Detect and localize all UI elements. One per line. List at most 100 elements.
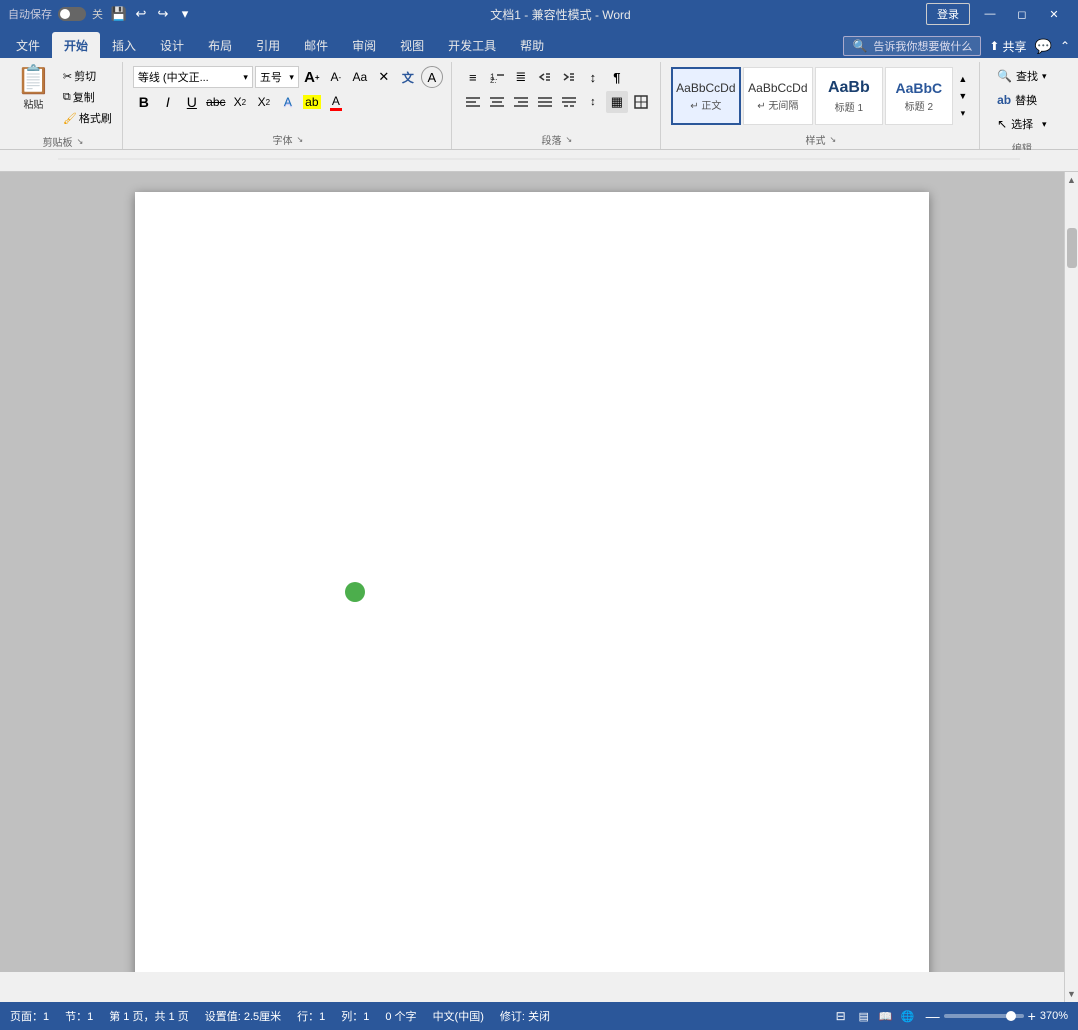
bullets-button[interactable]: ≡ (462, 66, 484, 88)
grow-font-button[interactable]: A+ (301, 66, 323, 88)
tab-references[interactable]: 引用 (244, 32, 292, 58)
sort-button[interactable]: ↕ (582, 66, 604, 88)
tab-help[interactable]: 帮助 (508, 32, 556, 58)
font-size-value: 五号 (260, 69, 282, 85)
clear-format-button[interactable]: ✕ (373, 66, 395, 88)
collapse-ribbon-button[interactable]: ⌃ (1060, 39, 1070, 53)
justify-button[interactable] (534, 91, 556, 113)
tab-developer[interactable]: 开发工具 (436, 32, 508, 58)
borders-button[interactable] (630, 91, 652, 113)
customize-icon[interactable]: ▾ (175, 4, 195, 24)
tab-design[interactable]: 设计 (148, 32, 196, 58)
tab-home[interactable]: 开始 (52, 32, 100, 58)
redo-icon[interactable]: ↪ (153, 4, 173, 24)
save-icon[interactable]: 💾 (109, 4, 129, 24)
zoom-in-button[interactable]: + (1028, 1008, 1036, 1024)
style-heading2[interactable]: AaBbC 标题 2 (885, 67, 953, 125)
scroll-track[interactable] (1065, 188, 1078, 986)
tab-insert[interactable]: 插入 (100, 32, 148, 58)
tab-file[interactable]: 文件 (4, 32, 52, 58)
cut-button[interactable]: ✂ 剪切 (59, 66, 116, 86)
scroll-up-button[interactable]: ▲ (1065, 172, 1078, 188)
macro-icon[interactable]: ⊟ (836, 1009, 846, 1023)
style-scroll-down[interactable]: ▼ (955, 88, 971, 104)
format-painter-button[interactable]: 🖌 格式刷 (59, 108, 116, 128)
align-center-button[interactable] (486, 91, 508, 113)
subscript-button[interactable]: X2 (229, 91, 251, 113)
doc-area[interactable] (0, 172, 1064, 972)
autosave-toggle[interactable] (58, 7, 86, 21)
view-buttons: ▤ 📖 🌐 (854, 1007, 918, 1025)
format-painter-icon: 🖌 (63, 112, 77, 125)
status-bar: 页面：1 节：1 第 1 页，共 1 页 设置值: 2.5厘米 行：1 列：1 … (0, 1002, 1078, 1030)
styles-expand-icon[interactable]: ↘ (829, 135, 836, 144)
style-no-space[interactable]: AaBbCcDd ↵ 无间隔 (743, 67, 813, 125)
strikethrough-button[interactable]: abc (205, 91, 227, 113)
clipboard-expand-icon[interactable]: ↘ (77, 137, 84, 146)
bold-button[interactable]: B (133, 91, 155, 113)
scroll-thumb[interactable] (1067, 228, 1077, 268)
multilevel-button[interactable]: ≣ (510, 66, 532, 88)
copy-button[interactable]: ⧉ 复制 (59, 87, 116, 107)
zoom-slider[interactable] (944, 1014, 1024, 1018)
share-button[interactable]: ⬆ 共享 (989, 38, 1026, 55)
shrink-font-button[interactable]: A- (325, 66, 347, 88)
tab-mailings[interactable]: 邮件 (292, 32, 340, 58)
style-normal[interactable]: AaBbCcDd ↵ 正文 (671, 67, 741, 125)
font-color-button[interactable]: A (325, 91, 347, 113)
para-expand-icon[interactable]: ↘ (565, 135, 572, 144)
find-button[interactable]: 🔍 查找 ▾ (993, 66, 1050, 86)
web-view-button[interactable]: 🌐 (898, 1007, 918, 1025)
search-bar-text[interactable]: 告诉我你想要做什么 (873, 38, 972, 54)
show-marks-button[interactable]: ¶ (606, 66, 628, 88)
tab-view[interactable]: 视图 (388, 32, 436, 58)
replace-button[interactable]: ab 替换 (993, 90, 1050, 110)
italic-button[interactable]: I (157, 91, 179, 113)
minimize-button[interactable]: — (974, 0, 1006, 28)
doc-page[interactable] (135, 192, 929, 972)
select-button[interactable]: ↖ 选择 ▾ (993, 114, 1050, 134)
paste-button[interactable]: 📋 粘贴 (10, 62, 57, 128)
font-expand-icon[interactable]: ↘ (296, 135, 303, 144)
login-button[interactable]: 登录 (926, 3, 970, 25)
case-button[interactable]: Aa (349, 66, 371, 88)
highlight-button[interactable]: ab (301, 91, 323, 113)
restore-button[interactable]: ◻ (1006, 0, 1038, 28)
text-effect-button[interactable]: A (277, 91, 299, 113)
autosave-label: 自动保存 (8, 6, 52, 22)
cut-icon: ✂ (63, 70, 72, 83)
numbering-button[interactable]: 1.2. (486, 66, 508, 88)
pinyin-button[interactable]: 文 (397, 66, 419, 88)
superscript-button[interactable]: X2 (253, 91, 275, 113)
increase-indent-button[interactable] (558, 66, 580, 88)
scroll-down-button[interactable]: ▼ (1065, 986, 1078, 1002)
title-left: 自动保存 关 💾 ↩ ↪ ▾ (8, 4, 195, 24)
underline-button[interactable]: U (181, 91, 203, 113)
tab-review[interactable]: 审阅 (340, 32, 388, 58)
tab-layout[interactable]: 布局 (196, 32, 244, 58)
align-left-button[interactable] (462, 91, 484, 113)
close-button[interactable]: ✕ (1038, 0, 1070, 28)
shading-button[interactable]: ▦ (606, 91, 628, 113)
read-view-button[interactable]: 📖 (876, 1007, 896, 1025)
vertical-scrollbar[interactable]: ▲ ▼ (1064, 172, 1078, 1002)
paste-icon: 📋 (16, 66, 51, 94)
font-name-select[interactable]: 等线 (中文正... ▾ (133, 66, 253, 88)
encircle-button[interactable]: A (421, 66, 443, 88)
comment-icon[interactable]: 💬 (1035, 38, 1052, 55)
print-view-button[interactable]: ▤ (854, 1007, 874, 1025)
ribbon-group-styles: AaBbCcDd ↵ 正文 AaBbCcDd ↵ 无间隔 AaBb 标题 1 (663, 62, 980, 149)
style-more[interactable]: ▾ (955, 105, 971, 121)
font-size-select[interactable]: 五号 ▾ (255, 66, 299, 88)
zoom-out-button[interactable]: — (926, 1008, 940, 1024)
align-right-button[interactable] (510, 91, 532, 113)
style-heading1[interactable]: AaBb 标题 1 (815, 67, 883, 125)
font-name-value: 等线 (中文正... (138, 69, 209, 85)
decrease-indent-button[interactable] (534, 66, 556, 88)
undo-icon[interactable]: ↩ (131, 4, 151, 24)
distributed-button[interactable] (558, 91, 580, 113)
line-spacing-button[interactable]: ↕ (582, 91, 604, 113)
clipboard-label: 剪贴板 ↘ (10, 132, 116, 151)
zoom-thumb[interactable] (1006, 1011, 1016, 1021)
style-scroll-up[interactable]: ▲ (955, 71, 971, 87)
